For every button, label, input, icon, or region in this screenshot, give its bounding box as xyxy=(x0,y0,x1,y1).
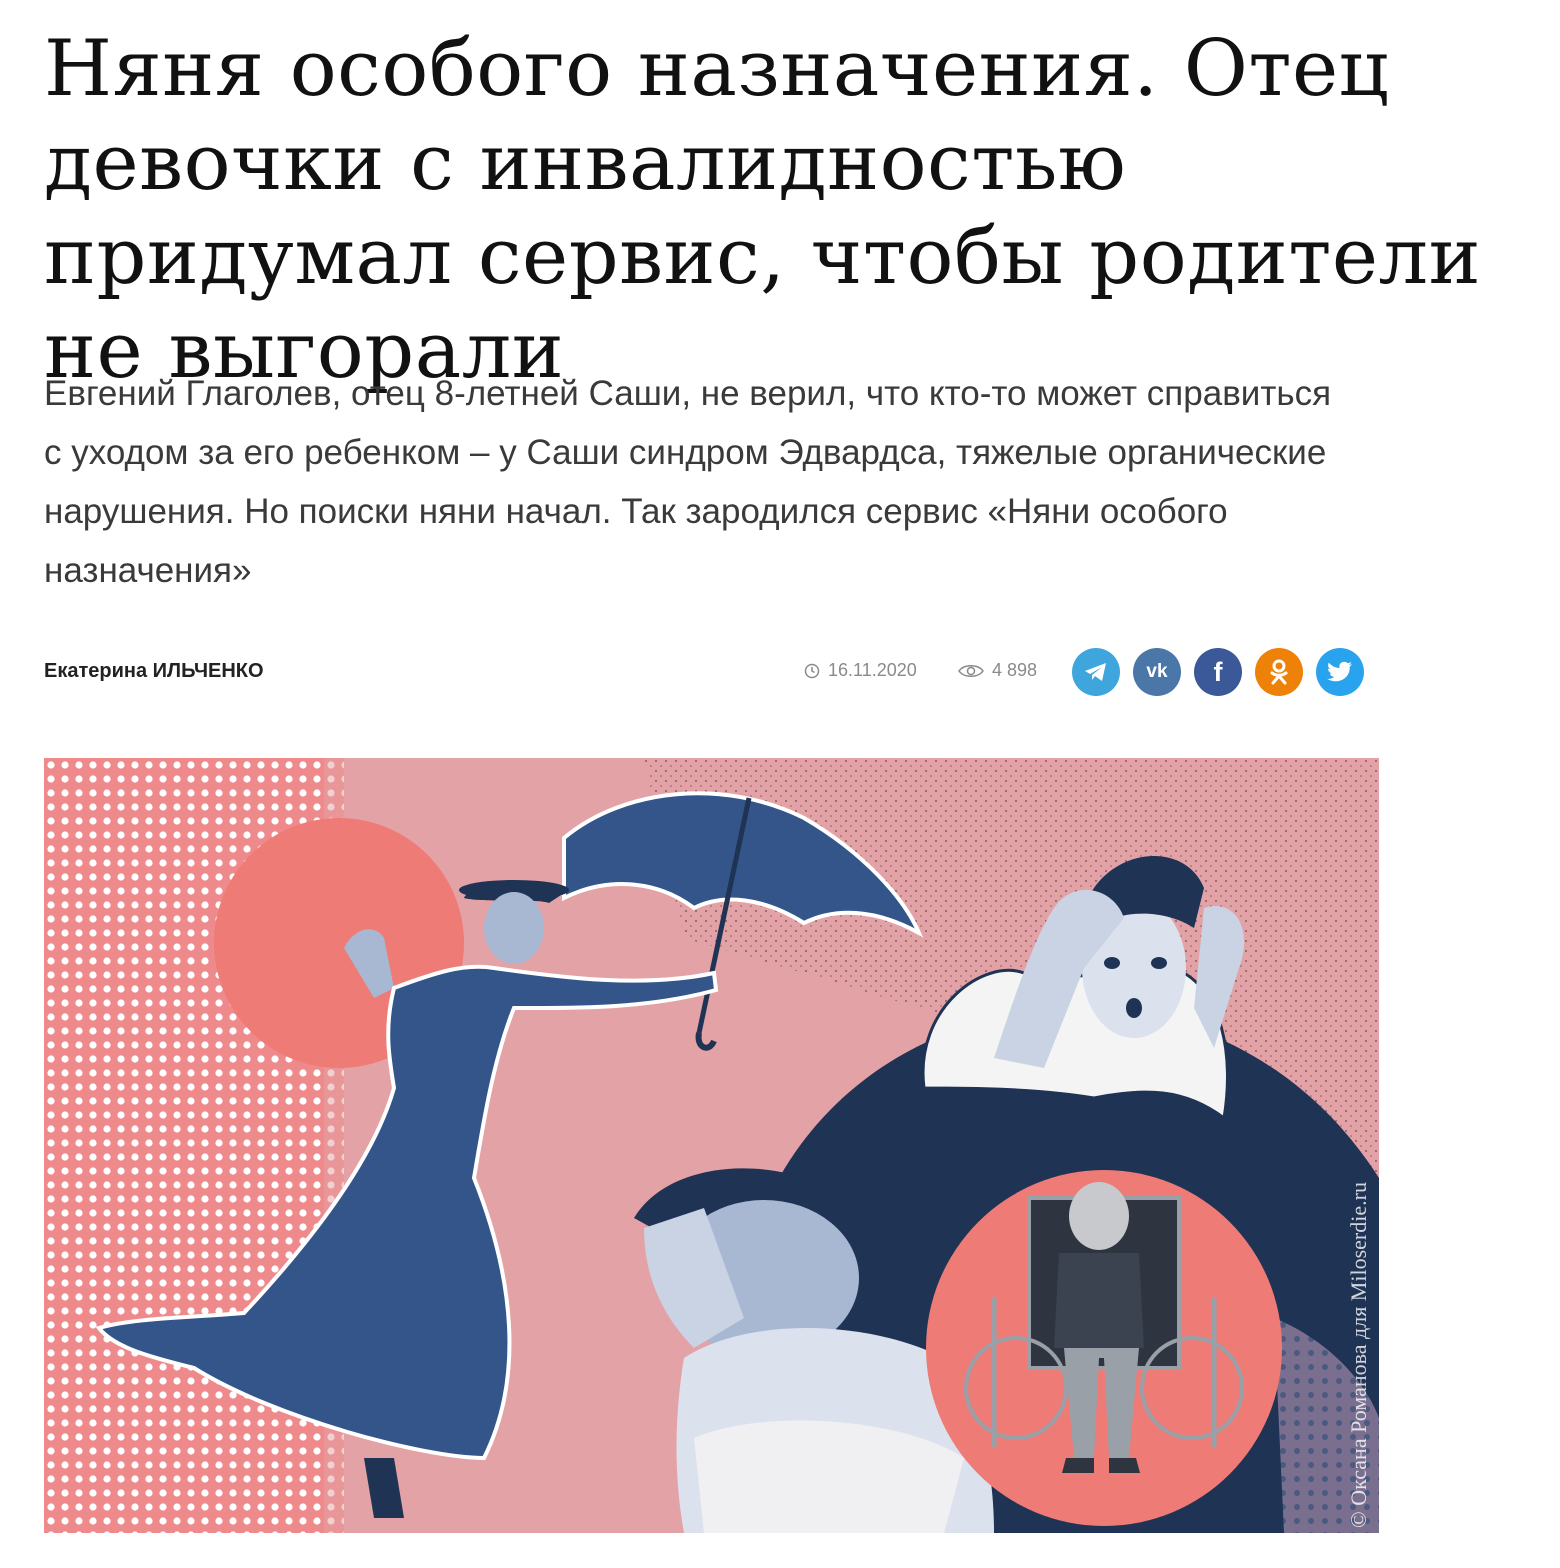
clock-icon xyxy=(804,663,820,679)
share-buttons: vk f xyxy=(1072,648,1377,696)
telegram-icon xyxy=(1085,663,1106,681)
odnoklassniki-icon xyxy=(1270,659,1288,685)
article-meta: Екатерина ИЛЬЧЕНКО 16.11.2020 4 898 vk f xyxy=(44,646,1374,698)
share-facebook-button[interactable]: f xyxy=(1194,648,1242,696)
author-link[interactable]: Екатерина ИЛЬЧЕНКО xyxy=(44,660,264,683)
article-title: Няня особого назначения. Отец девочки с … xyxy=(44,24,1482,396)
vk-icon: vk xyxy=(1146,661,1168,682)
article-lead: Евгений Глаголев, отец 8-летней Саши, не… xyxy=(44,374,1332,590)
share-telegram-button[interactable] xyxy=(1072,648,1120,696)
share-odnoklassniki-button[interactable] xyxy=(1255,648,1303,696)
image-credit: © Оксана Романова для Miloserdie.ru xyxy=(1346,1182,1371,1528)
twitter-icon xyxy=(1327,661,1352,682)
date-text: 16.11.2020 xyxy=(828,660,917,680)
views-text: 4 898 xyxy=(992,660,1038,680)
share-twitter-button[interactable] xyxy=(1316,648,1364,696)
view-count: 4 898 xyxy=(958,660,1037,681)
facebook-icon: f xyxy=(1213,656,1223,687)
eye-icon xyxy=(958,663,984,679)
share-vk-button[interactable]: vk xyxy=(1133,648,1181,696)
publish-date: 16.11.2020 xyxy=(804,660,917,681)
hero-illustration: © Оксана Романова для Miloserdie.ru xyxy=(44,758,1379,1533)
